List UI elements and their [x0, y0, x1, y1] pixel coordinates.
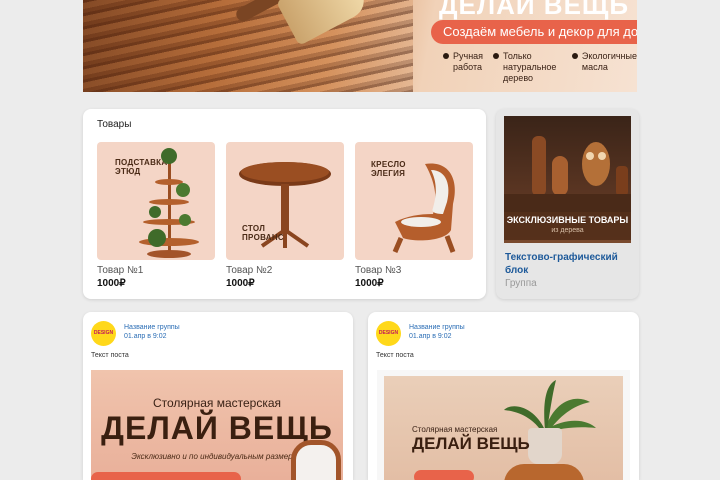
post-date[interactable]: 01.апр в 9:02	[409, 333, 452, 340]
cover-banner: ДЕЛАЙ ВЕЩЬ Создаём мебель и декор для до…	[83, 0, 637, 92]
promo-title[interactable]: Текстово-графический блок	[505, 251, 633, 277]
product-name[interactable]: Товар №2	[226, 265, 344, 276]
post-card: DESIGN Название группы 01.апр в 9:02 Тек…	[368, 312, 639, 480]
product-image[interactable]: ПОДСТАВКА ЭТЮД	[97, 142, 215, 260]
feature-item: Экологичные масла	[571, 51, 637, 84]
table-illustration	[239, 162, 331, 248]
post-image-line2: ДЕЛАЙ ВЕЩЬ	[412, 434, 530, 453]
product-card-2[interactable]: СТОЛ ПРОВАНС Товар №2 1000₽	[226, 142, 344, 289]
products-header[interactable]: Товары	[97, 119, 131, 130]
product-name[interactable]: Товар №3	[355, 265, 473, 276]
feature-item: Ручная работа	[443, 51, 483, 84]
products-block: Товары ПОДСТАВКА ЭТЮД Товар №1 1000₽ СТО…	[83, 109, 486, 299]
banner-title: ДЕЛАЙ ВЕЩЬ	[439, 0, 630, 20]
chair-illustration	[291, 440, 341, 480]
post-text: Текст поста	[376, 352, 414, 359]
product-card-3[interactable]: КРЕСЛО ЭЛЕГИЯ Товар №3 1000₽	[355, 142, 473, 289]
product-image-label: СТОЛ ПРОВАНС	[242, 224, 285, 242]
promo-image[interactable]: ЭКСКЛЮЗИВНЫЕ ТОВАРЫ из дерева	[504, 116, 631, 243]
feature-item: Только натуральное дерево	[493, 51, 562, 84]
promo-subtitle: Группа	[505, 278, 537, 289]
post-image[interactable]: Столярная мастерская ДЕЛАЙ ВЕЩЬ Эксклюзи…	[91, 370, 343, 480]
banner-features: Ручная работа Только натуральное дерево Эк…	[443, 51, 637, 84]
promo-image-subtitle: из дерева	[551, 227, 584, 234]
post-card: DESIGN Название группы 01.апр в 9:02 Тек…	[83, 312, 353, 480]
plant-stand-illustration	[139, 148, 199, 258]
group-avatar[interactable]: DESIGN	[376, 321, 401, 346]
group-name-link[interactable]: Название группы	[409, 324, 465, 331]
product-card-1[interactable]: ПОДСТАВКА ЭТЮД Товар №1 1000₽	[97, 142, 215, 289]
bullet-icon	[493, 53, 500, 59]
post-date[interactable]: 01.апр в 9:02	[124, 333, 167, 340]
bullet-icon	[443, 53, 449, 59]
post-image-line1: Столярная мастерская	[412, 425, 498, 434]
banner-subtitle: Создаём мебель и декор для дома	[431, 20, 637, 44]
post-image-button	[414, 470, 474, 480]
wooden-stand	[504, 464, 584, 480]
product-image[interactable]: КРЕСЛО ЭЛЕГИЯ	[355, 142, 473, 260]
flower-pot	[528, 428, 562, 464]
group-name-link[interactable]: Название группы	[124, 324, 180, 331]
chair-illustration	[392, 163, 456, 253]
post-image-button	[91, 472, 241, 480]
product-price: 1000₽	[226, 278, 255, 289]
post-text: Текст поста	[91, 352, 129, 359]
product-image[interactable]: СТОЛ ПРОВАНС	[226, 142, 344, 260]
promo-image-title: ЭКСКЛЮЗИВНЫЕ ТОВАРЫ	[506, 215, 629, 225]
post-image[interactable]: Столярная мастерская ДЕЛАЙ ВЕЩЬ	[384, 376, 623, 480]
product-name[interactable]: Товар №1	[97, 265, 215, 276]
bullet-icon	[571, 53, 578, 59]
product-price: 1000₽	[97, 278, 126, 289]
text-graphic-block[interactable]: ЭКСКЛЮЗИВНЫЕ ТОВАРЫ из дерева Текстово-г…	[496, 109, 639, 299]
group-avatar[interactable]: DESIGN	[91, 321, 116, 346]
wooden-decor-illustration	[504, 136, 631, 212]
product-price: 1000₽	[355, 278, 384, 289]
post-image-line1: Столярная мастерская	[152, 396, 282, 410]
